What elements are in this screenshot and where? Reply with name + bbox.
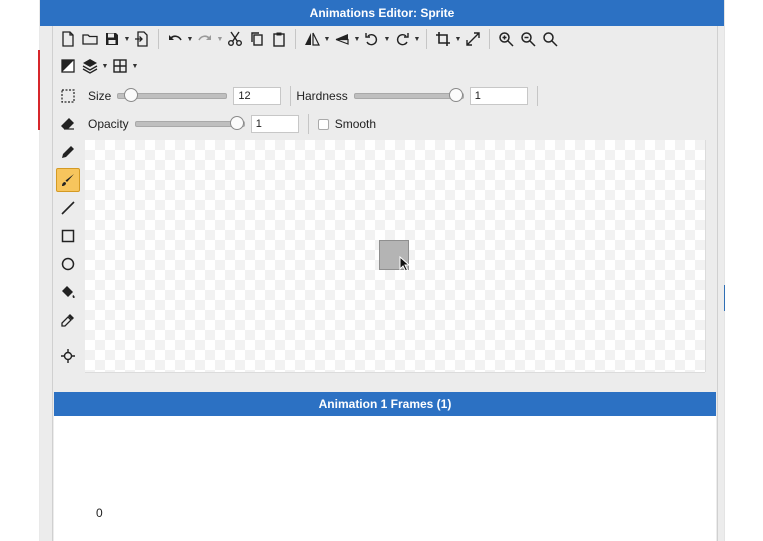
zoom-in-icon[interactable] <box>495 28 517 50</box>
flip-v-dropdown-caret[interactable]: ▼ <box>353 28 361 50</box>
frame-item-label[interactable]: 0 <box>96 506 103 520</box>
resize-icon[interactable] <box>462 28 484 50</box>
hardness-input[interactable]: 1 <box>469 87 528 105</box>
redo-icon[interactable] <box>194 28 216 50</box>
toolbar-separator <box>158 29 159 49</box>
mouse-cursor-icon <box>399 256 411 272</box>
animations-editor-window: Animations Editor: Sprite ▼ ▼ ▼ ▼ ▼ ▼ ▼ … <box>40 0 724 541</box>
origin-point-icon[interactable] <box>56 344 80 368</box>
eraser-icon[interactable] <box>57 113 79 135</box>
canvas-horizontal-scrollbar[interactable] <box>85 372 705 383</box>
size-input[interactable]: 12 <box>233 87 282 105</box>
hardness-slider[interactable] <box>353 88 464 102</box>
brush-options-row-1: Size 12 Hardness 1 <box>57 83 543 109</box>
paste-icon[interactable] <box>268 28 290 50</box>
flip-vertical-icon[interactable] <box>331 28 353 50</box>
frames-panel-header: Animation 1 Frames (1) <box>54 392 716 416</box>
crop-dropdown-caret[interactable]: ▼ <box>454 28 462 50</box>
toolbar-separator <box>489 29 490 49</box>
size-slider-knob[interactable] <box>123 88 138 102</box>
smooth-checkbox[interactable] <box>317 118 329 130</box>
size-slider[interactable] <box>117 88 228 102</box>
opacity-slider[interactable] <box>134 116 245 130</box>
toolbar-separator <box>295 29 296 49</box>
open-folder-icon[interactable] <box>79 28 101 50</box>
rotate-left-icon[interactable] <box>361 28 383 50</box>
opacity-slider-knob[interactable] <box>229 116 244 130</box>
background-app-left <box>0 0 41 541</box>
save-dropdown-caret[interactable]: ▼ <box>123 28 131 50</box>
grid-dropdown-caret[interactable]: ▼ <box>131 55 139 77</box>
options-separator <box>290 86 292 106</box>
frames-header-title: Animation 1 Frames (1) <box>318 397 452 411</box>
redo-dropdown-caret[interactable]: ▼ <box>216 28 224 50</box>
rotate-left-dropdown-caret[interactable]: ▼ <box>383 28 391 50</box>
copy-icon[interactable] <box>246 28 268 50</box>
selection-icon[interactable] <box>57 85 79 107</box>
crop-icon[interactable] <box>432 28 454 50</box>
pencil-icon[interactable] <box>56 140 80 164</box>
undo-dropdown-caret[interactable]: ▼ <box>186 28 194 50</box>
zoom-out-icon[interactable] <box>517 28 539 50</box>
rotate-right-icon[interactable] <box>391 28 413 50</box>
tools-column <box>56 140 82 372</box>
rectangle-icon[interactable] <box>56 224 80 248</box>
rotate-right-dropdown-caret[interactable]: ▼ <box>413 28 421 50</box>
import-icon[interactable] <box>131 28 153 50</box>
flip-h-dropdown-caret[interactable]: ▼ <box>323 28 331 50</box>
smooth-label: Smooth <box>334 117 377 131</box>
secondary-toolbar: ▼ ▼ <box>57 53 139 79</box>
layers-dropdown-caret[interactable]: ▼ <box>101 55 109 77</box>
paint-bucket-icon[interactable] <box>56 280 80 304</box>
undo-icon[interactable] <box>164 28 186 50</box>
toolbar-separator <box>426 29 427 49</box>
window-titlebar[interactable]: Animations Editor: Sprite <box>40 0 724 26</box>
hardness-label: Hardness <box>296 89 348 103</box>
save-icon[interactable] <box>101 28 123 50</box>
options-separator <box>307 114 309 134</box>
sprite-canvas[interactable] <box>85 140 706 372</box>
brush-options-row-2: Opacity 1 Smooth <box>57 111 382 137</box>
hardness-slider-knob[interactable] <box>448 88 463 102</box>
layers-icon[interactable] <box>79 55 101 77</box>
zoom-fit-icon[interactable] <box>539 28 561 50</box>
options-separator <box>536 86 538 106</box>
color-swatch-icon[interactable] <box>57 55 79 77</box>
animation-frames-panel: Animation 1 Frames (1) 0 <box>54 392 716 541</box>
window-title: Animations Editor: Sprite <box>309 6 455 20</box>
opacity-input[interactable]: 1 <box>250 115 299 133</box>
new-file-icon[interactable] <box>57 28 79 50</box>
flip-horizontal-icon[interactable] <box>301 28 323 50</box>
background-app-right <box>722 0 763 541</box>
grid-icon[interactable] <box>109 55 131 77</box>
opacity-value: 1 <box>255 118 262 130</box>
main-toolbar: ▼ ▼ ▼ ▼ ▼ ▼ ▼ ▼ <box>57 26 561 52</box>
eyedropper-icon[interactable] <box>56 308 80 332</box>
size-value: 12 <box>238 90 251 102</box>
opacity-label: Opacity <box>88 117 129 131</box>
size-label: Size <box>88 89 112 103</box>
hardness-value: 1 <box>474 90 481 102</box>
tools-spacer <box>56 336 82 344</box>
cut-icon[interactable] <box>224 28 246 50</box>
line-icon[interactable] <box>56 196 80 220</box>
brush-icon[interactable] <box>56 168 80 192</box>
ellipse-icon[interactable] <box>56 252 80 276</box>
